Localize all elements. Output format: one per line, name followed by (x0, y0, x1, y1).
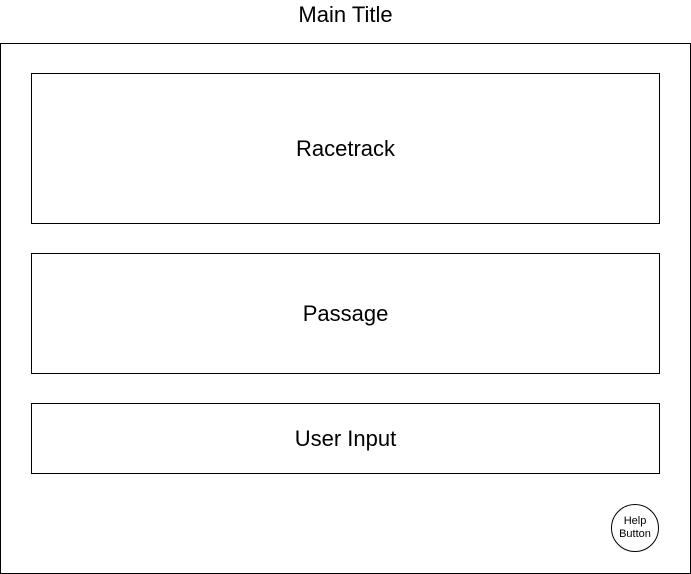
page-title: Main Title (298, 2, 393, 27)
help-button-label-line2: Button (619, 528, 651, 540)
racetrack-label: Racetrack (295, 135, 396, 161)
user-input-field[interactable]: User Input (31, 403, 660, 474)
passage-label: Passage (302, 300, 389, 326)
help-button[interactable]: Help Button (611, 504, 659, 552)
racetrack-panel: Racetrack (31, 73, 660, 224)
passage-panel: Passage (31, 253, 660, 374)
user-input-label: User Input (294, 425, 397, 451)
app-frame: Racetrack Passage User Input Help Button (0, 43, 691, 574)
help-button-label-line1: Help (623, 515, 647, 527)
